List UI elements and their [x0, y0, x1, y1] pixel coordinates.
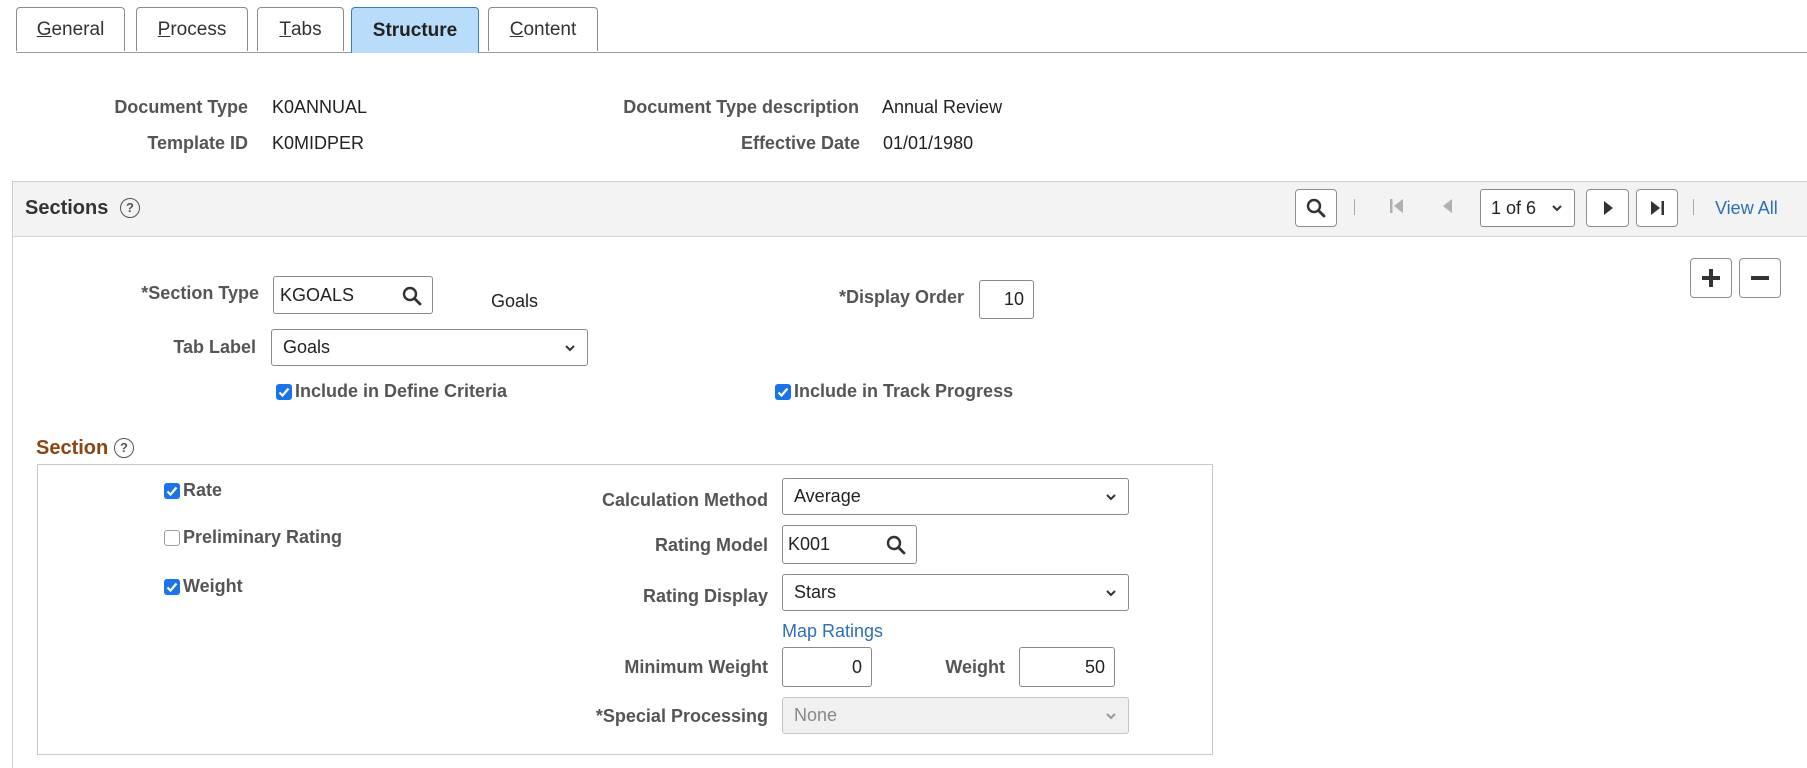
template-id-label: Template ID — [147, 133, 248, 153]
section-type-value: KGOALS — [280, 284, 355, 305]
calculation-method-label: Calculation Method — [602, 490, 768, 510]
rating-model-label: Rating Model — [655, 535, 768, 555]
weight-checkbox[interactable]: Weight — [164, 576, 243, 597]
minimum-weight-input[interactable]: 0 — [782, 647, 872, 687]
document-type-label: Document Type — [114, 97, 248, 117]
last-page-button[interactable] — [1636, 189, 1678, 227]
display-order-label: *Display Order — [838, 287, 964, 307]
tab-tabs[interactable]: Tabs — [257, 7, 344, 51]
section-type-description: Goals — [491, 291, 539, 311]
checkbox-checked-icon — [276, 383, 292, 400]
minus-icon — [1751, 276, 1769, 280]
pager-separator — [1693, 199, 1694, 215]
sections-title: Sections — [25, 197, 109, 219]
include-define-criteria-checkbox[interactable]: Include in Define Criteria — [276, 381, 507, 402]
sections-help-icon[interactable]: ? — [120, 198, 140, 218]
tab-label-value: Goals — [283, 337, 331, 357]
next-page-button[interactable] — [1586, 189, 1629, 227]
chevron-down-icon — [1106, 712, 1116, 719]
special-processing-label: *Special Processing — [595, 706, 768, 726]
page-selector-value: 1 of 6 — [1491, 197, 1537, 218]
search-icon[interactable] — [402, 286, 422, 306]
add-row-button[interactable] — [1690, 258, 1732, 298]
chevron-down-icon — [565, 344, 575, 351]
weight-label: Weight — [945, 657, 1005, 677]
rating-display-select[interactable]: Stars — [782, 574, 1129, 611]
checkbox-checked-icon — [775, 383, 791, 400]
find-button[interactable] — [1295, 189, 1337, 227]
rating-display-value: Stars — [794, 582, 837, 602]
first-page-icon[interactable] — [1389, 197, 1405, 220]
document-type-value: K0ANNUAL — [272, 97, 368, 117]
section-type-label: *Section Type — [141, 283, 259, 303]
weight-value: 50 — [1084, 656, 1105, 677]
weight-check-label: Weight — [183, 576, 243, 596]
delete-row-button[interactable] — [1739, 258, 1781, 298]
search-icon[interactable] — [886, 535, 906, 555]
tab-process[interactable]: Process — [136, 7, 248, 51]
checkbox-checked-icon — [164, 578, 180, 595]
tab-label: C — [509, 18, 524, 40]
tab-label: eneral — [51, 18, 105, 40]
chevron-down-icon — [1552, 205, 1562, 212]
include-define-criteria-label: Include in Define Criteria — [295, 381, 508, 401]
tab-content[interactable]: Content — [488, 7, 598, 51]
last-page-icon — [1651, 201, 1664, 215]
tab-label-select[interactable]: Goals — [271, 329, 588, 366]
tab-label: Structure — [372, 19, 458, 41]
tab-general[interactable]: General — [16, 7, 125, 51]
tab-label: abs — [290, 18, 322, 40]
include-track-progress-label: Include in Track Progress — [794, 381, 1014, 401]
effective-date-label: Effective Date — [740, 133, 860, 153]
rate-checkbox[interactable]: Rate — [164, 480, 222, 501]
previous-page-icon[interactable] — [1441, 197, 1453, 220]
chevron-down-icon — [1106, 589, 1116, 596]
rating-model-input[interactable]: K001 — [782, 525, 917, 564]
preliminary-rating-label: Preliminary Rating — [183, 527, 343, 547]
rating-display-label: Rating Display — [642, 586, 768, 606]
pager-separator — [1354, 199, 1355, 215]
rate-label: Rate — [183, 480, 223, 500]
view-all-link[interactable]: View All — [1715, 198, 1778, 219]
minimum-weight-value: 0 — [851, 656, 862, 677]
plus-icon — [1702, 269, 1720, 287]
rating-model-value: K001 — [788, 534, 831, 554]
special-processing-select: None — [782, 697, 1129, 734]
section-type-input[interactable]: KGOALS — [273, 276, 433, 314]
display-order-value: 10 — [1003, 289, 1024, 309]
checkbox-checked-icon — [164, 482, 180, 499]
calculation-method-select[interactable]: Average — [782, 478, 1129, 515]
tab-bar-divider — [16, 52, 1807, 53]
tab-label: ontent — [523, 18, 577, 40]
tab-label: G — [36, 18, 52, 40]
tab-label: T — [279, 18, 291, 40]
checkbox-unchecked-icon — [164, 529, 180, 546]
display-order-input[interactable]: 10 — [979, 280, 1034, 319]
preliminary-rating-checkbox[interactable]: Preliminary Rating — [164, 527, 342, 548]
section-group-title: Section — [36, 437, 109, 459]
map-ratings-link[interactable]: Map Ratings — [782, 621, 883, 642]
calculation-method-value: Average — [794, 486, 861, 506]
tab-label: P — [157, 18, 171, 40]
document-type-description-label: Document Type description — [623, 97, 859, 117]
page-selector[interactable]: 1 of 6 — [1480, 189, 1575, 227]
tab-label-label: Tab Label — [173, 337, 256, 357]
effective-date-value: 01/01/1980 — [883, 133, 974, 153]
tab-label: rocess — [170, 18, 227, 40]
tab-structure[interactable]: Structure — [351, 7, 479, 53]
include-track-progress-checkbox[interactable]: Include in Track Progress — [775, 381, 1013, 402]
template-id-value: K0MIDPER — [272, 133, 365, 153]
minimum-weight-label: Minimum Weight — [624, 657, 768, 677]
chevron-down-icon — [1106, 493, 1116, 500]
special-processing-value: None — [794, 705, 838, 725]
weight-input[interactable]: 50 — [1019, 647, 1115, 687]
next-page-icon — [1603, 201, 1613, 215]
section-help-icon[interactable]: ? — [114, 438, 134, 458]
search-icon — [1306, 198, 1326, 218]
document-type-description-value: Annual Review — [882, 97, 1003, 117]
